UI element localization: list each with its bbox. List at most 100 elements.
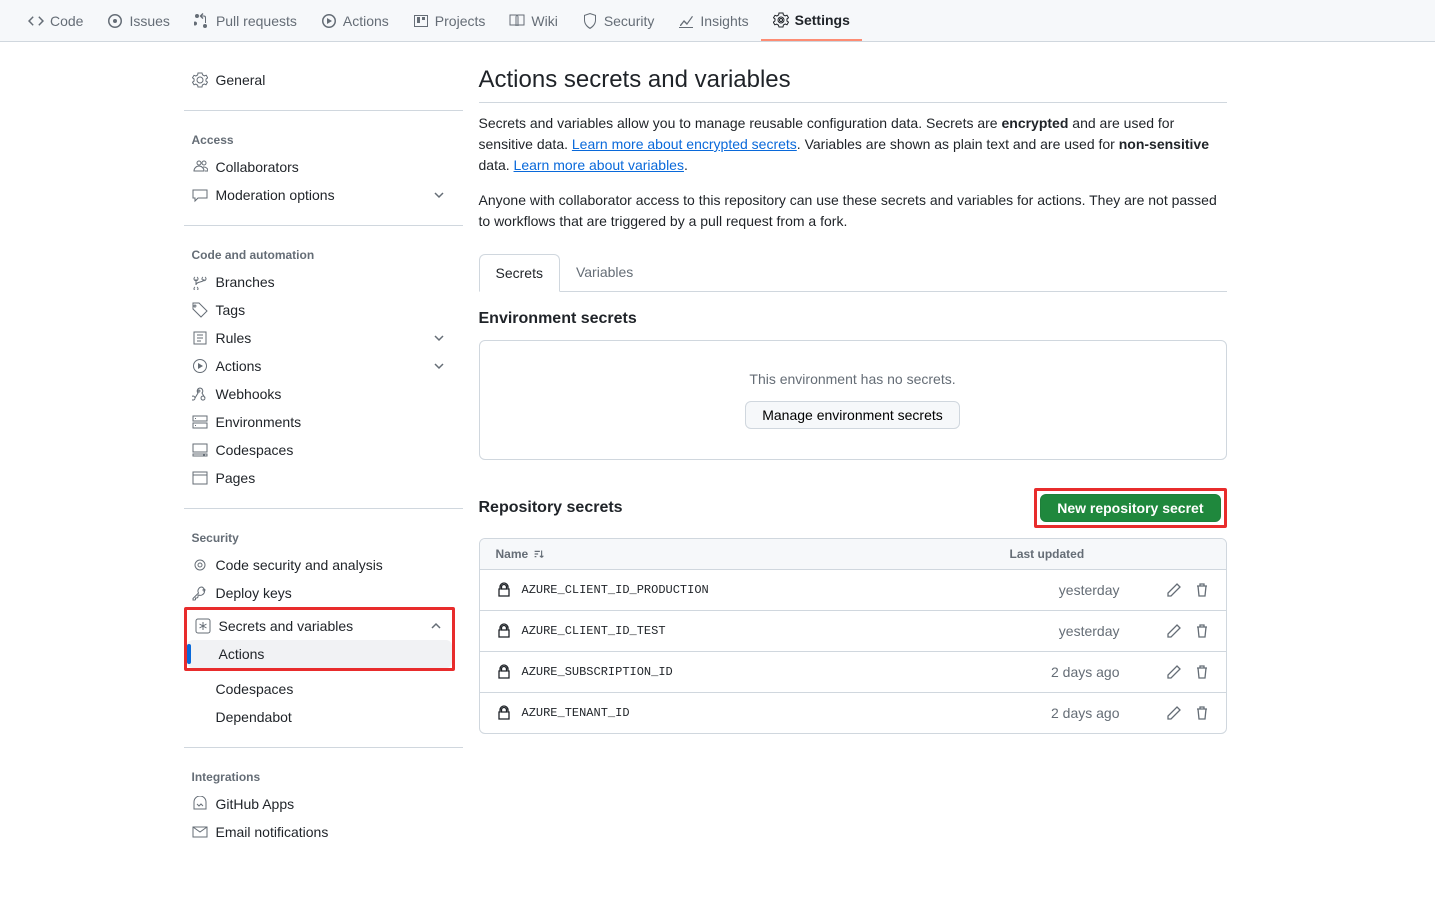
sidebar-item-secrets[interactable]: Secrets and variables bbox=[187, 612, 452, 640]
edit-icon[interactable] bbox=[1166, 582, 1182, 598]
tag-icon bbox=[192, 302, 208, 318]
sidebar-label: Pages bbox=[216, 470, 256, 486]
link-variables[interactable]: Learn more about variables bbox=[514, 157, 684, 173]
sidebar-item-collaborators[interactable]: Collaborators bbox=[184, 153, 455, 181]
lock-icon bbox=[496, 664, 512, 680]
delete-icon[interactable] bbox=[1194, 705, 1210, 721]
tab-label: Wiki bbox=[531, 13, 557, 29]
hubot-icon bbox=[192, 796, 208, 812]
secret-name: AZURE_CLIENT_ID_TEST bbox=[522, 624, 666, 638]
description-2: Anyone with collaborator access to this … bbox=[479, 190, 1227, 232]
book-icon bbox=[509, 13, 525, 29]
delete-icon[interactable] bbox=[1194, 623, 1210, 639]
col-name[interactable]: Name bbox=[496, 547, 1010, 561]
chevron-down-icon bbox=[431, 187, 447, 203]
link-encrypted-secrets[interactable]: Learn more about encrypted secrets bbox=[572, 136, 797, 152]
tab-settings[interactable]: Settings bbox=[761, 0, 862, 41]
sidebar-item-pages[interactable]: Pages bbox=[184, 464, 455, 492]
tab-pullrequests[interactable]: Pull requests bbox=[182, 0, 309, 41]
sidebar-label: Code security and analysis bbox=[216, 557, 383, 573]
gear-icon bbox=[192, 72, 208, 88]
server-icon bbox=[192, 414, 208, 430]
chevron-down-icon bbox=[431, 358, 447, 374]
scan-icon bbox=[192, 557, 208, 573]
sidebar-item-tags[interactable]: Tags bbox=[184, 296, 455, 324]
issue-icon bbox=[107, 13, 123, 29]
sidebar-label: Moderation options bbox=[216, 187, 335, 203]
sidebar-header-access: Access bbox=[184, 127, 455, 153]
col-updated: Last updated bbox=[1010, 547, 1130, 561]
delete-icon[interactable] bbox=[1194, 664, 1210, 680]
sidebar-item-deploykeys[interactable]: Deploy keys bbox=[184, 579, 455, 607]
page-title: Actions secrets and variables bbox=[479, 66, 1227, 103]
sidebar-header-integrations: Integrations bbox=[184, 764, 455, 790]
shield-icon bbox=[582, 13, 598, 29]
sidebar-label: GitHub Apps bbox=[216, 796, 295, 812]
sidebar-item-rules[interactable]: Rules bbox=[184, 324, 455, 352]
sidebar-item-email[interactable]: Email notifications bbox=[184, 818, 455, 846]
sidebar-item-general[interactable]: General bbox=[184, 66, 455, 94]
tab-label: Code bbox=[50, 13, 83, 29]
edit-icon[interactable] bbox=[1166, 705, 1182, 721]
sidebar-item-codesecurity[interactable]: Code security and analysis bbox=[184, 551, 455, 579]
tab-label: Pull requests bbox=[216, 13, 297, 29]
webhook-icon bbox=[192, 386, 208, 402]
pr-icon bbox=[194, 13, 210, 29]
sidebar-item-githubapps[interactable]: GitHub Apps bbox=[184, 790, 455, 818]
sidebar-label: Environments bbox=[216, 414, 302, 430]
secret-updated: 2 days ago bbox=[1010, 664, 1130, 680]
sidebar-header-security: Security bbox=[184, 525, 455, 551]
tab-actions[interactable]: Actions bbox=[309, 0, 401, 41]
secret-name-cell: AZURE_CLIENT_ID_PRODUCTION bbox=[496, 582, 1010, 598]
tab-wiki[interactable]: Wiki bbox=[497, 0, 569, 41]
main-content: Actions secrets and variables Secrets an… bbox=[463, 42, 1243, 902]
secret-name: AZURE_SUBSCRIPTION_ID bbox=[522, 665, 673, 679]
secrets-tabs: Secrets Variables bbox=[479, 254, 1227, 292]
tab-label: Security bbox=[604, 13, 655, 29]
sidebar-sub-actions[interactable]: Actions bbox=[187, 640, 452, 668]
lock-icon bbox=[496, 582, 512, 598]
sidebar-header-code: Code and automation bbox=[184, 242, 455, 268]
codespaces-icon bbox=[192, 442, 208, 458]
sidebar-label: Codespaces bbox=[216, 442, 294, 458]
new-repo-secret-button[interactable]: New repository secret bbox=[1040, 494, 1220, 522]
tab-projects[interactable]: Projects bbox=[401, 0, 498, 41]
delete-icon[interactable] bbox=[1194, 582, 1210, 598]
secret-name: AZURE_CLIENT_ID_PRODUCTION bbox=[522, 583, 709, 597]
sidebar-label: Collaborators bbox=[216, 159, 299, 175]
secret-name-cell: AZURE_TENANT_ID bbox=[496, 705, 1010, 721]
tab-label: Settings bbox=[795, 12, 850, 28]
sidebar-item-actions[interactable]: Actions bbox=[184, 352, 455, 380]
sidebar-item-codespaces[interactable]: Codespaces bbox=[184, 436, 455, 464]
highlight-secrets-nav: Secrets and variables Actions bbox=[184, 607, 455, 671]
tab-security[interactable]: Security bbox=[570, 0, 667, 41]
section-repo-title: Repository secrets bbox=[479, 499, 623, 517]
tab-insights[interactable]: Insights bbox=[666, 0, 760, 41]
mail-icon bbox=[192, 824, 208, 840]
sidebar-sub-codespaces[interactable]: Codespaces bbox=[184, 675, 455, 703]
edit-icon[interactable] bbox=[1166, 623, 1182, 639]
sidebar-item-branches[interactable]: Branches bbox=[184, 268, 455, 296]
manage-env-secrets-button[interactable]: Manage environment secrets bbox=[745, 401, 960, 429]
rules-icon bbox=[192, 330, 208, 346]
play-circle-icon bbox=[321, 13, 337, 29]
graph-icon bbox=[678, 13, 694, 29]
secret-updated: yesterday bbox=[1010, 582, 1130, 598]
tab-issues[interactable]: Issues bbox=[95, 0, 181, 41]
edit-icon[interactable] bbox=[1166, 664, 1182, 680]
tab-variables[interactable]: Variables bbox=[560, 254, 649, 291]
tab-secrets[interactable]: Secrets bbox=[479, 254, 560, 292]
sidebar-sub-dependabot[interactable]: Dependabot bbox=[184, 703, 455, 731]
sort-icon bbox=[532, 547, 546, 561]
section-env-title: Environment secrets bbox=[479, 310, 1227, 328]
secret-name-cell: AZURE_CLIENT_ID_TEST bbox=[496, 623, 1010, 639]
chevron-up-icon bbox=[428, 618, 444, 634]
play-circle-icon bbox=[192, 358, 208, 374]
sidebar-item-environments[interactable]: Environments bbox=[184, 408, 455, 436]
table-row: AZURE_SUBSCRIPTION_ID 2 days ago bbox=[480, 651, 1226, 692]
table-row: AZURE_CLIENT_ID_PRODUCTION yesterday bbox=[480, 569, 1226, 610]
sidebar-item-moderation[interactable]: Moderation options bbox=[184, 181, 455, 209]
sidebar-label: Tags bbox=[216, 302, 246, 318]
tab-code[interactable]: Code bbox=[16, 0, 95, 41]
sidebar-item-webhooks[interactable]: Webhooks bbox=[184, 380, 455, 408]
